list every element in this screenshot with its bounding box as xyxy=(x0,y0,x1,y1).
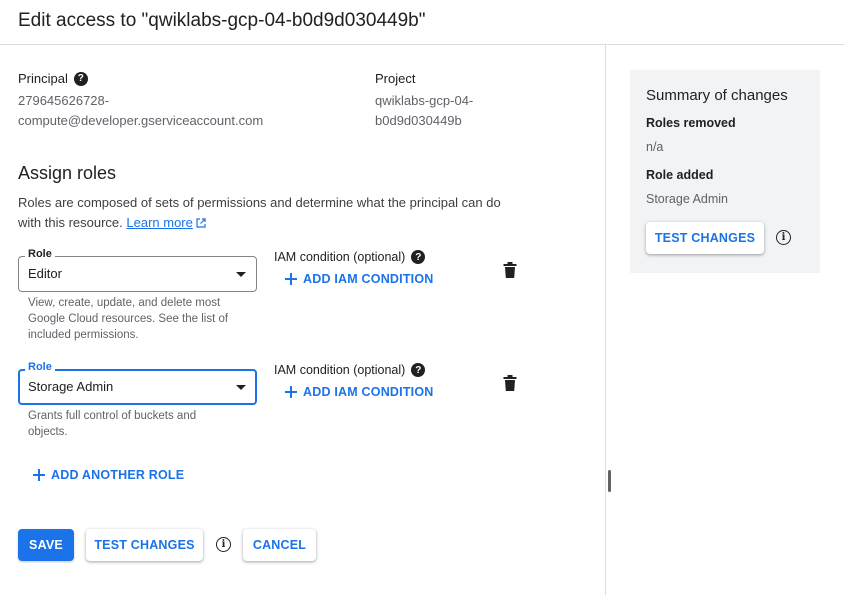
add-iam-condition-label: ADD IAM CONDITION xyxy=(303,272,434,286)
project-section: Project qwiklabs-gcp-04- b0d9d030449b xyxy=(375,71,473,131)
info-icon[interactable]: i xyxy=(216,537,231,552)
assign-roles-desc-line1: Roles are composed of sets of permission… xyxy=(18,195,501,210)
role-select-label: Role xyxy=(25,361,55,373)
summary-test-changes-button[interactable]: TEST CHANGES xyxy=(646,222,764,254)
summary-title: Summary of changes xyxy=(646,87,788,104)
role-select-label: Role xyxy=(25,248,55,260)
assign-roles-description: Roles are composed of sets of permission… xyxy=(18,193,538,233)
test-changes-button[interactable]: TEST CHANGES xyxy=(86,529,203,561)
page-title: Edit access to "qwiklabs-gcp-04-b0d9d030… xyxy=(18,10,426,31)
role-select-1[interactable]: Role Editor xyxy=(18,248,257,292)
learn-more-link[interactable]: Learn more xyxy=(126,215,192,230)
principal-value-line1: 279645626728- xyxy=(18,93,110,108)
external-link-icon xyxy=(196,218,206,228)
assign-roles-desc-line2: with this resource. Learn more xyxy=(18,213,538,233)
save-button[interactable]: SAVE xyxy=(18,529,74,561)
role-hint-2: Grants full control of buckets and objec… xyxy=(28,408,258,440)
help-icon[interactable]: ? xyxy=(411,363,426,377)
iam-condition-label-2: IAM condition (optional) ? xyxy=(274,363,426,377)
iam-condition-text: IAM condition (optional) xyxy=(274,363,406,377)
role-hint-line: View, create, update, and delete most xyxy=(28,297,221,309)
project-value-line1: qwiklabs-gcp-04- xyxy=(375,93,474,108)
dialog-header: Edit access to "qwiklabs-gcp-04-b0d9d030… xyxy=(0,0,844,45)
plus-icon xyxy=(285,386,297,398)
iam-condition-text: IAM condition (optional) xyxy=(274,250,406,264)
roles-removed-label: Roles removed xyxy=(646,116,736,130)
dropdown-arrow-icon xyxy=(236,272,246,277)
add-another-role-label: ADD ANOTHER ROLE xyxy=(51,468,185,482)
add-iam-condition-label: ADD IAM CONDITION xyxy=(303,385,434,399)
dropdown-arrow-icon xyxy=(236,385,246,390)
role-added-label: Role added xyxy=(646,168,714,182)
panel-divider xyxy=(605,45,606,595)
help-icon[interactable]: ? xyxy=(73,71,88,86)
principal-label: Principal xyxy=(18,71,68,86)
role-hint-line: Google Cloud resources. See the list of xyxy=(28,313,229,325)
role-hint-line: objects. xyxy=(28,426,68,438)
delete-role-icon[interactable] xyxy=(503,375,517,391)
add-another-role-button[interactable]: ADD ANOTHER ROLE xyxy=(33,468,184,482)
plus-icon xyxy=(33,469,45,481)
roles-removed-value: n/a xyxy=(646,140,664,154)
role-hint-1: View, create, update, and delete most Go… xyxy=(28,295,258,343)
role-select-2[interactable]: Role Storage Admin xyxy=(18,361,257,405)
add-iam-condition-button-1[interactable]: ADD IAM CONDITION xyxy=(285,272,433,286)
iam-condition-label-1: IAM condition (optional) ? xyxy=(274,250,426,264)
principal-section: Principal ? 279645626728- compute@develo… xyxy=(18,71,263,131)
project-label: Project xyxy=(375,71,416,86)
principal-heading: Principal ? xyxy=(18,71,263,86)
principal-value-line2: compute@developer.gserviceaccount.com xyxy=(18,113,264,128)
role-hint-line: included permissions. xyxy=(28,329,139,341)
assign-roles-title: Assign roles xyxy=(18,163,117,183)
help-icon[interactable]: ? xyxy=(411,250,426,264)
delete-role-icon[interactable] xyxy=(503,262,517,278)
role-hint-line: Grants full control of buckets and xyxy=(28,410,197,422)
resize-handle[interactable] xyxy=(608,470,611,492)
add-iam-condition-button-2[interactable]: ADD IAM CONDITION xyxy=(285,385,433,399)
assign-roles-desc-text: with this resource. xyxy=(18,215,123,230)
cancel-button[interactable]: CANCEL xyxy=(243,529,316,561)
role-select-value: Storage Admin xyxy=(28,379,114,394)
project-value-line2: b0d9d030449b xyxy=(375,113,462,128)
role-added-value: Storage Admin xyxy=(646,192,728,206)
plus-icon xyxy=(285,273,297,285)
role-select-value: Editor xyxy=(28,266,62,281)
info-icon[interactable]: i xyxy=(776,230,791,245)
summary-panel: Summary of changes Roles removed n/a Rol… xyxy=(630,70,820,273)
